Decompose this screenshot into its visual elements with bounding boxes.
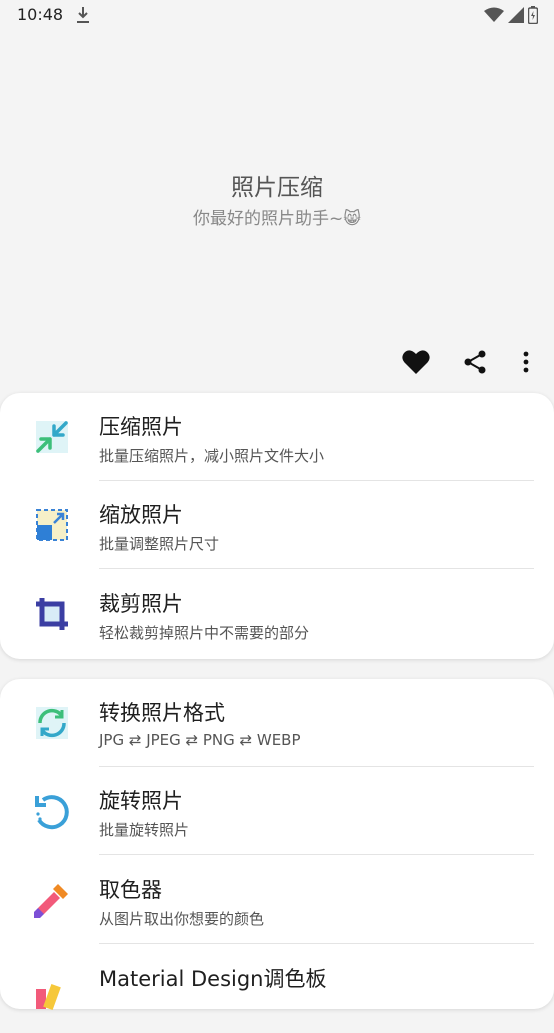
tools-card-primary: 压缩照片 批量压缩照片，减小照片文件大小 缩放照片 批量调整照片尺寸 裁剪照片 …	[0, 393, 554, 659]
crop-icon	[36, 598, 68, 630]
signal-icon	[508, 7, 524, 23]
palette-icon	[36, 984, 61, 1010]
item-title: 缩放照片	[99, 503, 183, 527]
status-icons	[484, 6, 538, 24]
app-title: 照片压缩	[231, 175, 323, 201]
item-subtitle: 从图片取出你想要的颜色	[99, 910, 265, 928]
list-item-material-palette[interactable]: Material Design调色板	[0, 945, 554, 1033]
item-title: 转换照片格式	[99, 701, 225, 725]
item-subtitle: 轻松裁剪掉照片中不需要的部分	[99, 624, 310, 642]
rotate-icon	[35, 795, 69, 830]
eyedropper-icon	[34, 884, 68, 918]
wifi-icon	[484, 7, 504, 22]
more-vert-icon	[523, 351, 529, 373]
share-button[interactable]	[459, 346, 491, 378]
item-subtitle: 批量旋转照片	[99, 821, 190, 839]
list-item-compress[interactable]: 压缩照片 批量压缩照片，减小照片文件大小	[0, 393, 554, 481]
divider	[99, 568, 534, 569]
item-subtitle: JPG ⇄ JPEG ⇄ PNG ⇄ WEBP	[99, 731, 301, 749]
list-item-rotate[interactable]: 旋转照片 批量旋转照片	[0, 767, 554, 855]
app-subtitle: 你最好的照片助手~😸	[193, 209, 361, 229]
divider	[99, 854, 534, 855]
divider	[99, 943, 534, 944]
item-subtitle: 批量压缩照片，减小照片文件大小	[99, 447, 325, 465]
list-item-resize[interactable]: 缩放照片 批量调整照片尺寸	[0, 481, 554, 569]
item-subtitle: 批量调整照片尺寸	[99, 535, 220, 553]
item-title: 取色器	[99, 878, 162, 902]
list-item-convert-format[interactable]: 转换照片格式 JPG ⇄ JPEG ⇄ PNG ⇄ WEBP	[0, 679, 554, 767]
item-title: 压缩照片	[99, 415, 183, 439]
convert-icon	[36, 707, 68, 739]
status-bar: 10:48	[0, 0, 554, 32]
share-icon	[464, 350, 486, 374]
toolbar-actions	[0, 346, 554, 378]
item-title: 裁剪照片	[99, 592, 183, 616]
list-item-crop[interactable]: 裁剪照片 轻松裁剪掉照片中不需要的部分	[0, 570, 554, 658]
more-options-button[interactable]	[510, 346, 542, 378]
tools-card-secondary: 转换照片格式 JPG ⇄ JPEG ⇄ PNG ⇄ WEBP 旋转照片 批量旋转…	[0, 679, 554, 1010]
heart-icon	[402, 350, 430, 374]
item-title: 旋转照片	[99, 789, 183, 813]
download-icon	[77, 7, 89, 23]
compress-icon	[36, 421, 68, 453]
resize-icon	[36, 509, 68, 541]
item-title: Material Design调色板	[99, 967, 327, 991]
status-time: 10:48	[17, 5, 64, 24]
favorite-button[interactable]	[400, 346, 432, 378]
list-item-color-picker[interactable]: 取色器 从图片取出你想要的颜色	[0, 856, 554, 944]
battery-icon	[528, 6, 538, 24]
